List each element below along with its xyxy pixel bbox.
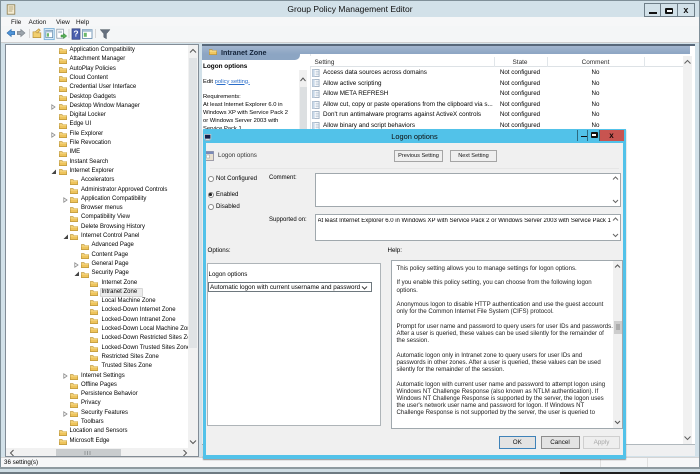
svg-text:?: ? — [73, 29, 78, 39]
